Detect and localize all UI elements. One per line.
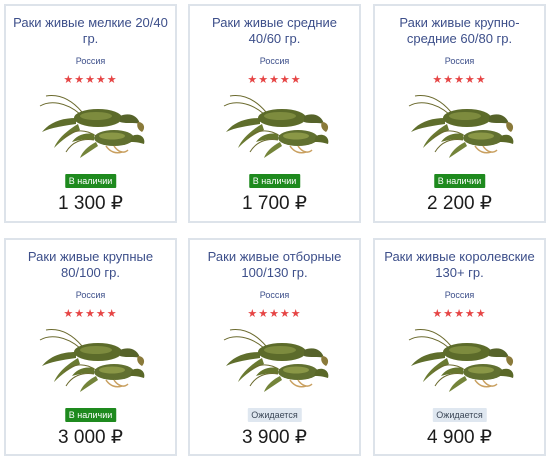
product-card[interactable]: Раки живые отборные 100/130 гр. Россия ★★★…	[188, 238, 361, 456]
rating-stars-icon: ★★★★★	[63, 308, 118, 320]
product-country: Россия	[75, 56, 106, 66]
availability-badge: Ожидается	[247, 408, 302, 422]
product-country: Россия	[444, 56, 475, 66]
crayfish-photo[interactable]	[220, 326, 332, 394]
product-price: 1 700 ₽	[242, 193, 307, 214]
rating-stars-icon: ★★★★★	[432, 308, 487, 320]
product-card[interactable]: Раки живые крупно-средние 60/80 гр. Росси…	[373, 4, 546, 223]
crayfish-photo[interactable]	[36, 92, 148, 160]
product-country: Россия	[259, 290, 290, 300]
product-title[interactable]: Раки живые отборные 100/130 гр.	[196, 249, 353, 281]
product-title[interactable]: Раки живые мелкие 20/40 гр.	[12, 15, 169, 47]
rating-stars-icon: ★★★★★	[247, 74, 302, 86]
availability-badge: В наличии	[433, 174, 486, 188]
crayfish-photo[interactable]	[405, 326, 517, 394]
product-image[interactable]	[405, 92, 517, 160]
crayfish-front	[432, 364, 514, 392]
product-country: Россия	[444, 290, 475, 300]
crayfish-front	[247, 364, 329, 392]
availability-badge: В наличии	[248, 174, 301, 188]
product-country: Россия	[75, 290, 106, 300]
product-title[interactable]: Раки живые крупные 80/100 гр.	[12, 249, 169, 281]
product-image[interactable]	[36, 92, 148, 160]
product-price: 4 900 ₽	[427, 427, 492, 448]
product-price: 3 900 ₽	[242, 427, 307, 448]
product-grid: Раки живые мелкие 20/40 гр. Россия ★★★★★ В…	[0, 0, 550, 461]
product-image[interactable]	[405, 326, 517, 394]
crayfish-front	[63, 364, 145, 392]
availability-badge: Ожидается	[432, 408, 487, 422]
crayfish-front	[247, 130, 329, 158]
rating-stars-icon: ★★★★★	[432, 74, 487, 86]
product-title[interactable]: Раки живые средние 40/60 гр.	[196, 15, 353, 47]
product-price: 1 300 ₽	[58, 193, 123, 214]
rating-stars-icon: ★★★★★	[247, 308, 302, 320]
product-card[interactable]: Раки живые королевские 130+ гр. Россия ★★★…	[373, 238, 546, 456]
availability-badge: В наличии	[64, 408, 117, 422]
product-card[interactable]: Раки живые крупные 80/100 гр. Россия ★★★★★…	[4, 238, 177, 456]
product-card[interactable]: Раки живые мелкие 20/40 гр. Россия ★★★★★ В…	[4, 4, 177, 223]
crayfish-front	[432, 130, 514, 158]
crayfish-photo[interactable]	[220, 92, 332, 160]
product-image[interactable]	[36, 326, 148, 394]
product-country: Россия	[259, 56, 290, 66]
rating-stars-icon: ★★★★★	[63, 74, 118, 86]
product-price: 3 000 ₽	[58, 427, 123, 448]
product-image[interactable]	[220, 326, 332, 394]
availability-badge: В наличии	[64, 174, 117, 188]
product-image[interactable]	[220, 92, 332, 160]
product-title[interactable]: Раки живые крупно-средние 60/80 гр.	[381, 15, 538, 47]
crayfish-photo[interactable]	[36, 326, 148, 394]
product-card[interactable]: Раки живые средние 40/60 гр. Россия ★★★★★ …	[188, 4, 361, 223]
product-price: 2 200 ₽	[427, 193, 492, 214]
crayfish-front	[63, 130, 145, 158]
product-title[interactable]: Раки живые королевские 130+ гр.	[381, 249, 538, 281]
crayfish-photo[interactable]	[405, 92, 517, 160]
